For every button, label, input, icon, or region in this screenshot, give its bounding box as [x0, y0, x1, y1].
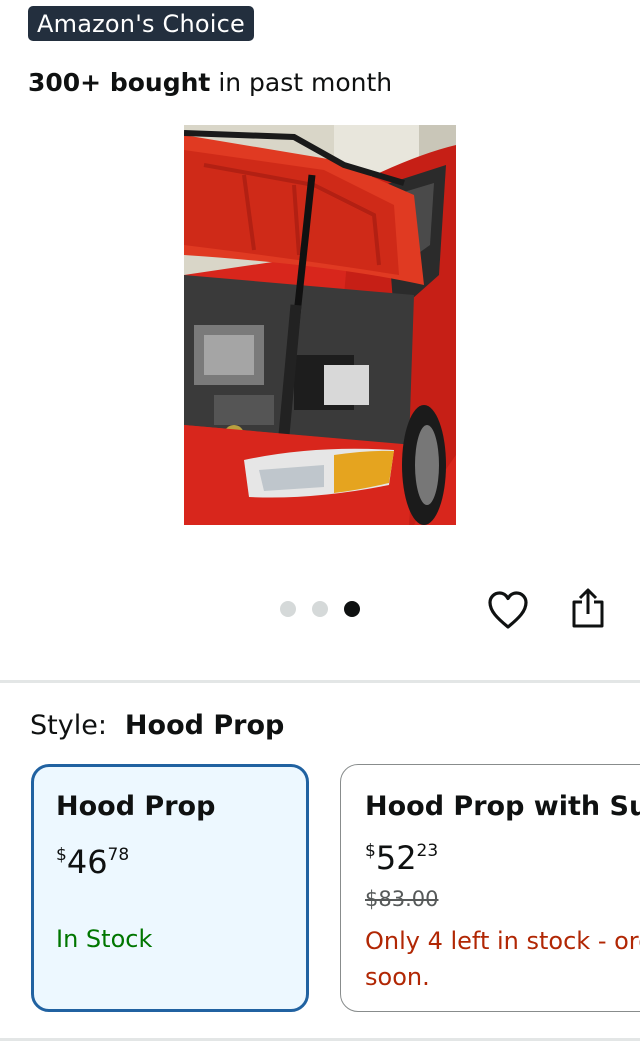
- share-icon: [572, 588, 604, 628]
- option-price: $4678: [56, 843, 129, 881]
- bought-suffix: in past month: [218, 68, 393, 97]
- carousel-dot[interactable]: [280, 601, 296, 617]
- price-fraction: 23: [416, 841, 439, 861]
- bought-count: 300+ bought: [28, 68, 211, 97]
- price-whole: 46: [66, 843, 108, 881]
- option-name: Hood Prop with Support: [365, 791, 640, 822]
- price-fraction: 78: [107, 845, 130, 865]
- list-price-strikethrough: $83.00: [365, 887, 439, 911]
- style-option-card-hood-prop[interactable]: Hood Prop $4678 In Stock: [31, 764, 309, 1012]
- style-selected-value: Hood Prop: [124, 710, 285, 741]
- favorite-button[interactable]: [484, 586, 532, 634]
- heart-icon: [488, 591, 528, 629]
- option-name: Hood Prop: [56, 791, 216, 822]
- style-label: Style:: [30, 710, 107, 741]
- availability-status: In Stock: [56, 925, 153, 953]
- style-label-row: Style: Hood Prop: [30, 710, 284, 741]
- price-whole: 52: [375, 839, 417, 877]
- availability-status: Only 4 left in stock - order soon.: [365, 927, 640, 991]
- product-image[interactable]: [184, 125, 456, 525]
- image-carousel-dots: [280, 601, 360, 617]
- price-symbol: $: [56, 845, 67, 865]
- section-divider: [0, 680, 640, 683]
- carousel-dot[interactable]: [312, 601, 328, 617]
- share-button[interactable]: [564, 584, 612, 632]
- amazons-choice-badge[interactable]: Amazon's Choice: [28, 6, 255, 41]
- style-option-card-hood-prop-with-support[interactable]: Hood Prop with Support $5223 $83.00 Only…: [340, 764, 640, 1012]
- price-symbol: $: [365, 841, 376, 861]
- option-price: $5223: [365, 839, 438, 877]
- bought-in-past-month: 300+ bought in past month: [28, 68, 392, 97]
- carousel-dot-active[interactable]: [344, 601, 360, 617]
- section-divider: [0, 1038, 640, 1041]
